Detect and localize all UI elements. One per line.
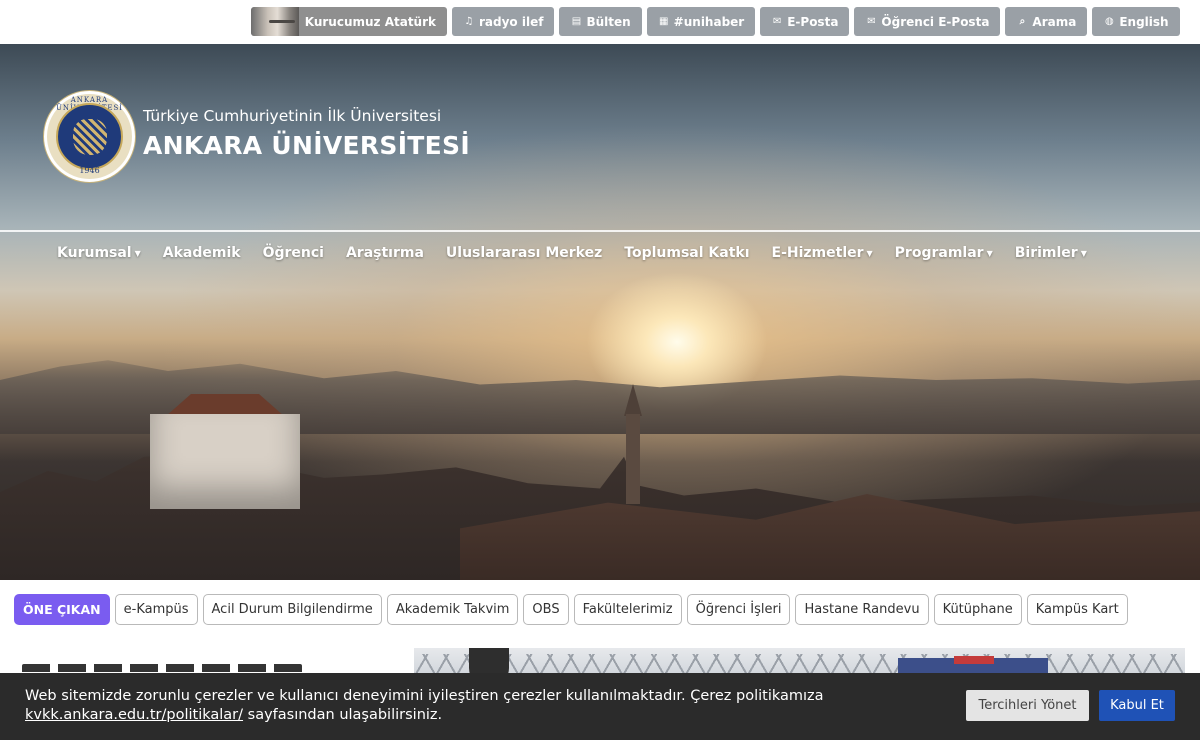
email-link-label: E-Posta xyxy=(787,14,839,29)
nav-item-arastirma[interactable]: Araştırma xyxy=(346,245,424,261)
cookie-text-after: sayfasından ulaşabilirsiniz. xyxy=(243,707,443,723)
page: Kurucumuz Atatürk ♫ radyo ilef ▤ Bülten … xyxy=(0,0,1200,740)
nav-item-uluslararasi-merkez[interactable]: Uluslararası Merkez xyxy=(446,245,602,261)
nav-item-label: Öğrenci xyxy=(262,245,324,261)
student-email-link[interactable]: ✉ Öğrenci E-Posta xyxy=(854,7,1001,36)
featured-badge: ÖNE ÇIKAN xyxy=(14,594,110,625)
seal-emblem xyxy=(56,103,123,170)
bulletin-link[interactable]: ▤ Bülten xyxy=(559,7,642,36)
hero-house xyxy=(150,414,300,509)
nav-item-label: Akademik xyxy=(162,245,241,261)
caret-down-icon: ▼ xyxy=(986,248,993,258)
nav-item-programlar[interactable]: Programlar ▼ xyxy=(895,245,993,261)
hero-minaret xyxy=(626,414,640,504)
main-nav: Kurumsal ▼ Akademik Öğrenci Araştırma Ulu… xyxy=(57,245,1109,261)
university-tagline: Türkiye Cumhuriyetinin İlk Üniversitesi xyxy=(143,107,442,125)
nav-item-kurumsal[interactable]: Kurumsal ▼ xyxy=(57,245,141,261)
featured-link-akademik-takvim[interactable]: Akademik Takvim xyxy=(386,594,519,625)
unihaber-link[interactable]: ▦ #unihaber xyxy=(646,7,756,36)
seal-ornament xyxy=(73,119,107,155)
email-link[interactable]: ✉ E-Posta xyxy=(760,7,850,36)
featured-link-kampus-kart[interactable]: Kampüs Kart xyxy=(1026,594,1128,625)
music-note-icon: ♫ xyxy=(464,16,474,27)
nav-item-ogrenci[interactable]: Öğrenci xyxy=(263,245,324,261)
featured-link-e-kampus[interactable]: e-Kampüs xyxy=(114,594,198,625)
envelope-icon: ✉ xyxy=(867,16,876,27)
nav-item-e-hizmetler[interactable]: E-Hizmetler ▼ xyxy=(772,245,873,261)
nav-item-label: Programlar xyxy=(894,245,984,261)
search-icon: ⌕ xyxy=(1019,16,1026,27)
news-heading-peek xyxy=(22,660,312,672)
nav-item-label: E-Hizmetler xyxy=(771,245,864,261)
nav-item-label: Kurumsal xyxy=(57,245,132,261)
ataturk-portrait-image xyxy=(251,7,299,36)
unihaber-link-label: #unihaber xyxy=(673,14,745,29)
nav-item-toplumsal-katki[interactable]: Toplumsal Katkı xyxy=(624,245,749,261)
radio-link[interactable]: ♫ radyo ilef xyxy=(452,7,555,36)
student-email-link-label: Öğrenci E-Posta xyxy=(881,14,990,29)
featured-links: ÖNE ÇIKAN e-Kampüs Acil Durum Bilgilendi… xyxy=(14,594,1128,625)
cookie-banner: Web sitemizde zorunlu çerezler ve kullan… xyxy=(0,673,1200,740)
university-name[interactable]: ANKARA ÜNİVERSİTESİ xyxy=(143,131,470,160)
manage-preferences-button[interactable]: Tercihleri Yönet xyxy=(966,690,1089,721)
radio-link-label: radyo ilef xyxy=(479,14,544,29)
nav-item-label: Uluslararası Merkez xyxy=(445,245,603,261)
nav-item-label: Birimler xyxy=(1014,245,1078,261)
seal-year: 1946 xyxy=(79,166,100,175)
search-button[interactable]: ⌕ Arama xyxy=(1005,7,1088,36)
cookie-text-before: Web sitemizde zorunlu çerezler ve kullan… xyxy=(25,688,824,704)
caret-down-icon: ▼ xyxy=(1080,248,1087,258)
cookie-message: Web sitemizde zorunlu çerezler ve kullan… xyxy=(25,687,925,725)
featured-link-fakultelerimiz[interactable]: Fakültelerimiz xyxy=(573,594,682,625)
envelope-icon: ✉ xyxy=(773,16,782,27)
ataturk-link-label: Kurucumuz Atatürk xyxy=(304,14,436,29)
search-button-label: Arama xyxy=(1032,14,1077,29)
cookie-policy-link[interactable]: kvkk.ankara.edu.tr/politikalar/ xyxy=(25,707,243,723)
globe-icon: ◍ xyxy=(1104,16,1114,27)
accept-cookies-button[interactable]: Kabul Et xyxy=(1099,690,1175,721)
hero-divider xyxy=(0,230,1200,232)
caret-down-icon: ▼ xyxy=(866,248,873,258)
nav-item-label: Araştırma xyxy=(345,245,424,261)
university-seal-logo[interactable]: ANKARA ÜNİVERSİTESİ 1946 xyxy=(44,91,135,182)
ataturk-link[interactable]: Kurucumuz Atatürk xyxy=(251,7,447,36)
stage-banner-accent xyxy=(954,656,994,664)
featured-link-hastane-randevu[interactable]: Hastane Randevu xyxy=(795,594,929,625)
caret-down-icon: ▼ xyxy=(134,248,141,258)
language-button-label: English xyxy=(1119,14,1169,29)
nav-item-akademik[interactable]: Akademik xyxy=(163,245,241,261)
featured-link-acil-durum[interactable]: Acil Durum Bilgilendirme xyxy=(202,594,382,625)
nav-item-birimler[interactable]: Birimler ▼ xyxy=(1015,245,1087,261)
featured-link-ogrenci-isleri[interactable]: Öğrenci İşleri xyxy=(686,594,791,625)
utility-bar: Kurucumuz Atatürk ♫ radyo ilef ▤ Bülten … xyxy=(0,0,1200,44)
featured-link-obs[interactable]: OBS xyxy=(523,594,569,625)
bulletin-link-label: Bülten xyxy=(586,14,631,29)
newspaper-icon: ▦ xyxy=(658,16,669,27)
utility-links: Kurucumuz Atatürk ♫ radyo ilef ▤ Bülten … xyxy=(251,7,1180,36)
news-heading-clipped xyxy=(22,664,302,672)
language-button[interactable]: ◍ English xyxy=(1092,7,1180,36)
nav-item-label: Toplumsal Katkı xyxy=(624,245,750,261)
featured-link-kutuphane[interactable]: Kütüphane xyxy=(933,594,1022,625)
newspaper-icon: ▤ xyxy=(571,16,582,27)
